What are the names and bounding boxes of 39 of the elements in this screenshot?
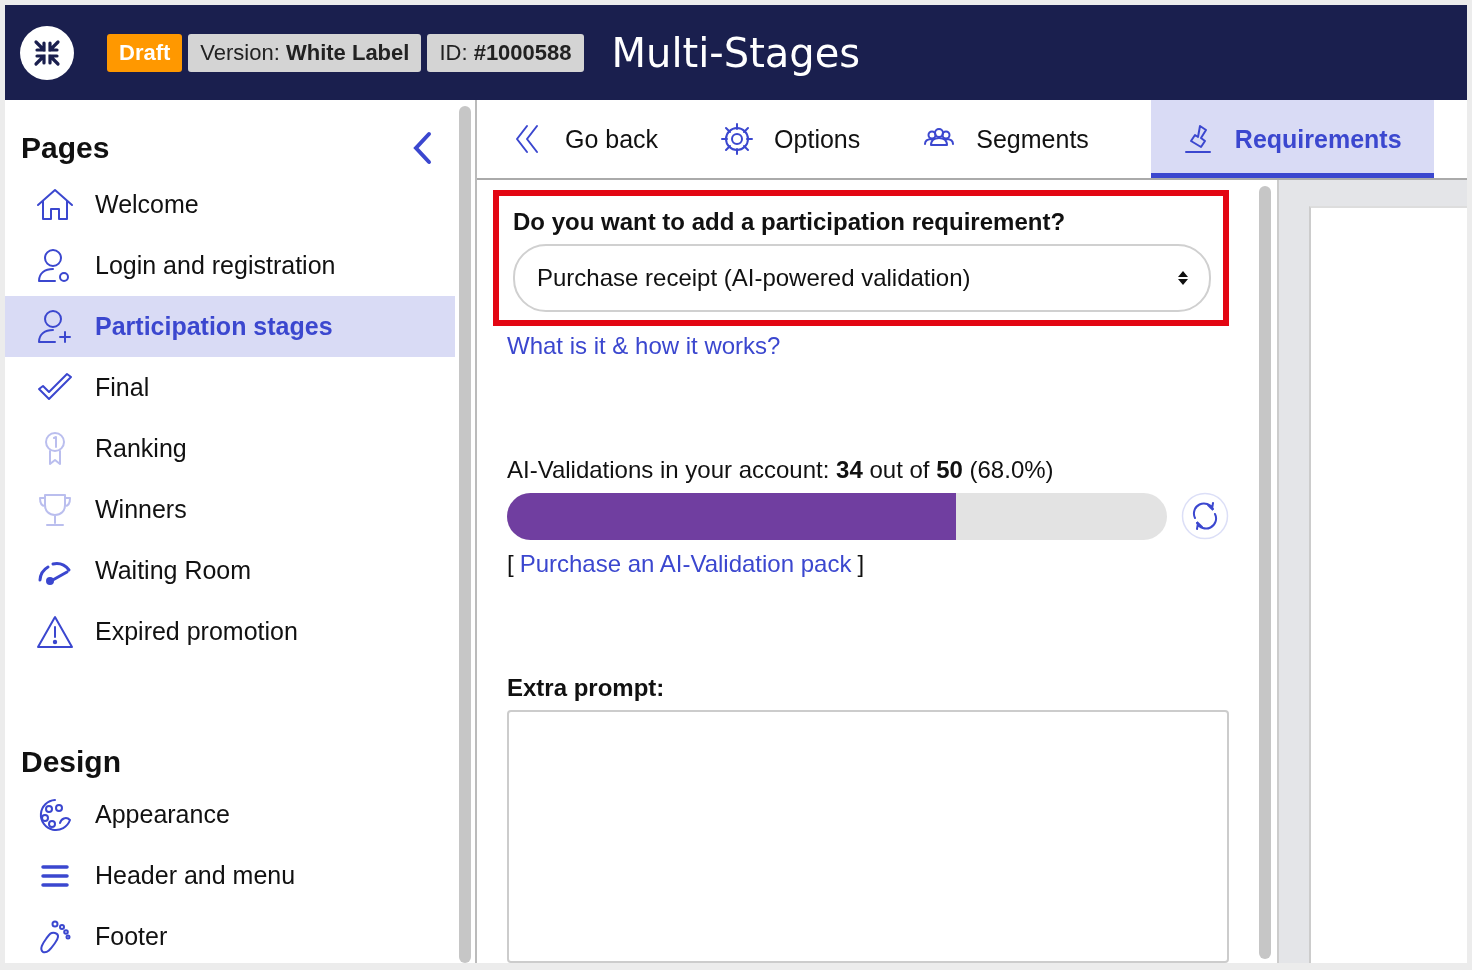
- sidebar-item[interactable]: Login and registration: [5, 235, 455, 296]
- sidebar-item[interactable]: Appearance: [5, 784, 455, 845]
- tab[interactable]: Go back: [511, 100, 691, 178]
- sidebar-item[interactable]: Final: [5, 357, 455, 418]
- section-heading: Design: [21, 745, 122, 779]
- bracket-text: [: [507, 550, 514, 578]
- scrollbar[interactable]: [459, 106, 471, 963]
- validations-count: AI-Validations in your account: 34 out of 50 (68.0%): [507, 456, 1055, 484]
- sidebar-item[interactable]: Participation stages: [5, 296, 455, 357]
- sort-caret-icon: [1177, 270, 1189, 286]
- field-label: Extra prompt:: [507, 674, 666, 702]
- logo-icon: [20, 25, 74, 80]
- section-heading: Pages: [21, 131, 110, 165]
- page-title: Multi-Stages: [611, 29, 861, 76]
- tab[interactable]: Options: [720, 100, 893, 178]
- info-badge: Version: White Label: [188, 33, 422, 72]
- prompt-textarea[interactable]: [507, 710, 1229, 963]
- home-icon: [35, 186, 75, 223]
- collapse-icon[interactable]: [411, 131, 433, 165]
- requirement-select[interactable]: Purchase receipt (AI-powered validation): [513, 244, 1211, 312]
- bracket-text: ]: [857, 550, 865, 578]
- help-link[interactable]: What is it & how it works?: [507, 332, 1229, 360]
- tab[interactable]: Requirements: [1150, 100, 1434, 178]
- sidebar-item[interactable]: Winners: [5, 479, 455, 540]
- refresh-icon[interactable]: [1181, 492, 1229, 540]
- purchase-link[interactable]: Purchase an AI-Validation pack: [519, 550, 852, 578]
- sidebar-item[interactable]: Expired promotion: [5, 601, 455, 662]
- sidebar-item[interactable]: Header and menu: [5, 845, 455, 906]
- info-badge: ID: #1000588: [427, 33, 584, 72]
- sidebar-item[interactable]: Ranking: [5, 418, 455, 479]
- question-label: Do you want to add a participation requirement?: [513, 208, 1067, 236]
- warning-icon: [35, 613, 75, 650]
- tab[interactable]: Segments: [922, 100, 1121, 178]
- status-badge: Draft: [107, 33, 183, 72]
- sidebar-item[interactable]: Welcome: [5, 174, 455, 235]
- sidebar-item[interactable]: Waiting Room: [5, 540, 455, 601]
- scrollbar[interactable]: [1259, 186, 1271, 959]
- sidebar-item[interactable]: Footer: [5, 906, 455, 963]
- settings-icon: [720, 122, 755, 156]
